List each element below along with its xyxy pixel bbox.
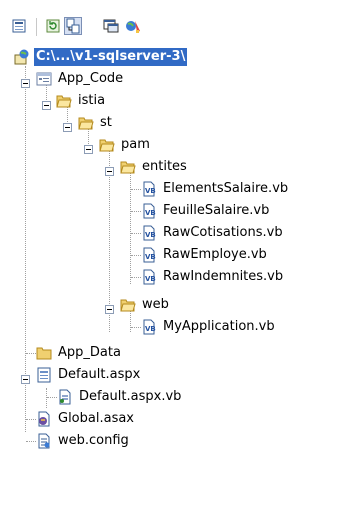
tree-item-file[interactable]: VB RawIndemnites.vb xyxy=(141,266,285,288)
svg-text:VB: VB xyxy=(145,275,156,283)
asp-net-configuration-button[interactable] xyxy=(124,17,142,35)
vb-file-icon: VB xyxy=(141,225,157,241)
nest-related-files-icon xyxy=(65,18,81,38)
asp-net-configuration-icon xyxy=(125,21,141,38)
tree-item-pam[interactable]: pam xyxy=(99,134,152,156)
collapse-toggle[interactable] xyxy=(105,305,114,314)
collapse-toggle[interactable] xyxy=(84,145,93,154)
tree-connector xyxy=(26,353,36,354)
tree-connector xyxy=(46,388,47,408)
open-folder-icon xyxy=(78,115,94,131)
tree-item-st[interactable]: st xyxy=(78,112,114,134)
tree-connector xyxy=(131,211,141,212)
collapse-toggle[interactable] xyxy=(42,101,51,110)
view-designer-button[interactable] xyxy=(102,17,120,35)
open-folder-icon xyxy=(99,137,115,153)
global-asax-icon xyxy=(36,411,52,427)
aspx-file-icon xyxy=(36,367,52,383)
tree-connector xyxy=(131,277,141,278)
tree-connector xyxy=(26,419,36,420)
toolbar-separator xyxy=(36,18,37,36)
tree-item-label: App_Code xyxy=(58,71,124,86)
tree-connector xyxy=(131,255,141,256)
vb-file-icon: VB xyxy=(141,269,157,285)
collapse-toggle[interactable] xyxy=(21,375,30,384)
tree-item-file[interactable]: VB ElementsSalaire.vb xyxy=(141,178,290,200)
refresh-icon xyxy=(45,19,61,38)
svg-text:VB: VB xyxy=(145,325,156,333)
tree-item-label: Global.asax xyxy=(58,411,135,426)
refresh-button[interactable] xyxy=(44,17,62,35)
tree-item-default-aspx[interactable]: Default.aspx xyxy=(36,364,142,386)
svg-text:VB: VB xyxy=(145,187,156,195)
tree-connector xyxy=(131,233,141,234)
tree-item-label: st xyxy=(100,115,112,130)
tree-item-file[interactable]: VB FeuilleSalaire.vb xyxy=(141,200,271,222)
tree-item-file[interactable]: VB RawCotisations.vb xyxy=(141,222,285,244)
properties-icon xyxy=(11,19,27,38)
config-file-icon xyxy=(36,433,52,449)
svg-text:VB: VB xyxy=(145,231,156,239)
tree-item-label: entites xyxy=(142,159,187,174)
tree-item-label: FeuilleSalaire.vb xyxy=(163,203,270,218)
vb-file-icon: VB xyxy=(141,247,157,263)
view-designer-icon xyxy=(103,19,119,38)
folder-icon xyxy=(36,345,52,361)
vb-file-icon: VB xyxy=(141,203,157,219)
tree-connector xyxy=(131,327,141,328)
tree-item-file[interactable]: VB RawEmploye.vb xyxy=(141,244,269,266)
tree-connector xyxy=(131,189,141,190)
tree-item-file[interactable]: VB MyApplication.vb xyxy=(141,316,277,338)
tree-connector xyxy=(47,397,57,398)
svg-text:VB: VB xyxy=(145,209,156,217)
tree-item-label: MyApplication.vb xyxy=(163,319,275,334)
tree-item-label: RawEmploye.vb xyxy=(163,247,267,262)
code-behind-file-icon xyxy=(57,389,73,405)
tree-item-web-config[interactable]: web.config xyxy=(36,430,131,452)
tree-item-label: pam xyxy=(121,137,150,152)
tree-connector xyxy=(26,441,36,442)
properties-button[interactable] xyxy=(10,17,28,35)
tree-item-app-code[interactable]: App_Code xyxy=(36,68,125,90)
tree-item-label: App_Data xyxy=(58,345,121,360)
tree-item-label: web xyxy=(142,297,169,312)
tree-item-entites[interactable]: entites xyxy=(120,156,189,178)
special-folder-icon xyxy=(36,71,52,87)
collapse-toggle[interactable] xyxy=(21,79,30,88)
open-folder-icon xyxy=(120,159,136,175)
collapse-toggle[interactable] xyxy=(63,123,72,132)
tree-item-istia[interactable]: istia xyxy=(56,90,107,112)
tree-item-label: RawIndemnites.vb xyxy=(163,269,284,284)
solution-explorer-tree: C:\...\v1-sqlserver-3\ App_Code istia st… xyxy=(0,46,361,511)
web-site-icon xyxy=(14,49,30,65)
nest-related-files-button[interactable] xyxy=(64,17,82,35)
open-folder-icon xyxy=(56,93,72,109)
tree-item-label: web.config xyxy=(58,433,129,448)
tree-item-label: Default.aspx.vb xyxy=(79,389,182,404)
tree-item-global-asax[interactable]: Global.asax xyxy=(36,408,136,430)
solution-explorer-toolbar xyxy=(0,0,361,46)
vb-file-icon: VB xyxy=(141,319,157,335)
tree-item-label: Default.aspx xyxy=(58,367,141,382)
open-folder-icon xyxy=(120,297,136,313)
tree-item-web[interactable]: web xyxy=(120,294,171,316)
tree-root[interactable]: C:\...\v1-sqlserver-3\ xyxy=(14,46,188,68)
svg-text:VB: VB xyxy=(145,253,156,261)
tree-root-label: C:\...\v1-sqlserver-3\ xyxy=(34,48,188,66)
tree-item-label: RawCotisations.vb xyxy=(163,225,283,240)
tree-item-label: istia xyxy=(78,93,106,108)
vb-file-icon: VB xyxy=(141,181,157,197)
tree-item-app-data[interactable]: App_Data xyxy=(36,342,123,364)
collapse-toggle[interactable] xyxy=(105,167,114,176)
tree-item-label: ElementsSalaire.vb xyxy=(163,181,289,196)
tree-item-default-aspx-vb[interactable]: Default.aspx.vb xyxy=(57,386,183,408)
